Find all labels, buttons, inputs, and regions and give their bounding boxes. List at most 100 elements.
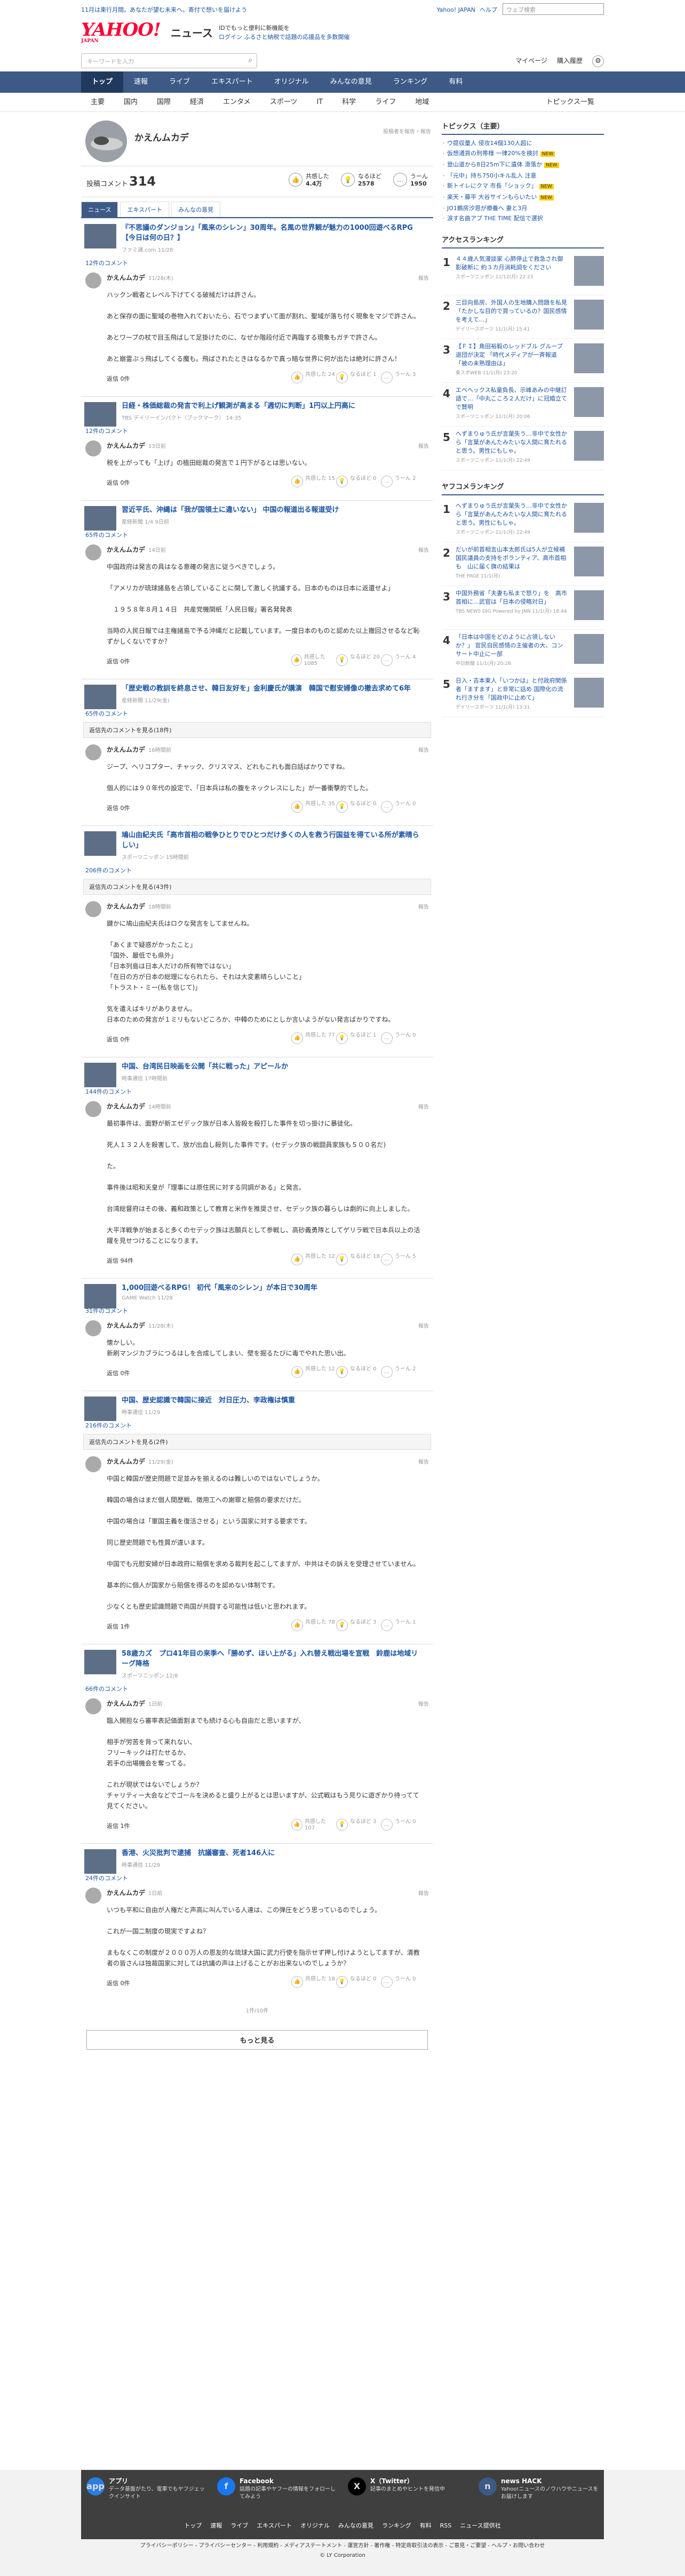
- topic-item[interactable]: 楽天・藤平 大谷サインもらいたいNEW: [442, 192, 604, 203]
- article-title[interactable]: 鳩山由紀夫氏「高市首相の戦争ひとりでひとつだけ多くの人を救う行国益を得ている所が…: [122, 830, 433, 850]
- comment-count-link[interactable]: 65件のコメント: [85, 531, 433, 539]
- topic-item[interactable]: JO1鶴房汐恩が療養へ 妻と3月: [442, 203, 604, 213]
- ranking-item[interactable]: 4 「日本は中国をどのように占領しないか？」 官民自民感情の主催者の大、コンサート…: [442, 630, 604, 673]
- topic-item[interactable]: 涙す名曲アプ THE TIME 配信で選択: [442, 213, 604, 223]
- snav-item[interactable]: 地域: [405, 93, 439, 112]
- article-title[interactable]: 習近平氏、沖縄は「我が国領土に違いない」 中国の報道出る報道受け: [122, 505, 433, 515]
- report-comment-link[interactable]: 報告: [418, 1102, 429, 1110]
- insight-button[interactable]: 💡 なるほど 1: [336, 372, 381, 383]
- reply-button[interactable]: 返信 1件: [107, 1821, 130, 1830]
- comment-count-link[interactable]: 12件のコメント: [85, 259, 433, 267]
- snav-item[interactable]: 主要: [81, 93, 114, 112]
- topic-item[interactable]: 登山道から8日25m下に遺体 滑落かNEW: [442, 159, 604, 171]
- commenter-name[interactable]: かえんムカデ 1日前: [107, 1887, 431, 1897]
- footer-policy-links[interactable]: プライバシーポリシー - プライバシーセンター - 利用規約 - メディアステー…: [0, 2541, 685, 2551]
- help-link[interactable]: ヘルプ: [480, 6, 497, 13]
- empathy-button[interactable]: 👍 共感した 107: [291, 1819, 336, 1832]
- purchase-history-link[interactable]: 購入履歴: [557, 57, 583, 65]
- footer-link[interactable]: ライブ: [230, 2522, 248, 2529]
- reply-button[interactable]: 返信 94件: [107, 1256, 134, 1265]
- ranking-item[interactable]: 1 へずまりゅう氏が言葉失う…非中で女性から「言葉があんたみたいな人間に育たれると…: [442, 499, 604, 542]
- report-comment-link[interactable]: 報告: [418, 1457, 429, 1465]
- promo-link[interactable]: 11月は東行月間。あなたが望む未来へ。寄付で想いを届けよう: [81, 5, 247, 14]
- insight-button[interactable]: 💡 なるほど 1: [336, 1032, 381, 1044]
- tab-news[interactable]: ニュース: [81, 202, 118, 217]
- ranking-item[interactable]: 3 中国外務省「夫妻も私まで怒り」を 高市首相に…武官は「日本の侵略対日」 TBS …: [442, 586, 604, 630]
- article-thumbnail[interactable]: [84, 1849, 116, 1874]
- ranking-item[interactable]: 5 へずまりゅう氏が言葉失う…非中で女性から「言葉があんたみたいな人間に育たれると…: [442, 427, 604, 470]
- mypage-link[interactable]: マイページ: [515, 57, 547, 65]
- footer-link[interactable]: オリジナル: [300, 2522, 330, 2529]
- topic-item[interactable]: 仮想通貨の刑帯様 一律20%を検討NEW: [442, 148, 604, 159]
- snav-item[interactable]: 経済: [180, 93, 213, 112]
- gnav-item[interactable]: エキスパート: [201, 71, 264, 93]
- commenter-name[interactable]: かえんムカデ 18時間前: [107, 900, 431, 911]
- comment-count-link[interactable]: 24件のコメント: [85, 1874, 433, 1882]
- ranking-item[interactable]: 2 だいが前首相言山本太郎氏は5人が立候補 国民議員の支持をポランティア、高市首相…: [442, 542, 604, 586]
- report-comment-link[interactable]: 報告: [418, 1699, 429, 1707]
- article-thumbnail[interactable]: [84, 831, 116, 856]
- commenter-name[interactable]: かえんムカデ 13日前: [107, 439, 431, 450]
- snav-item[interactable]: エンタメ: [213, 93, 260, 112]
- article-title[interactable]: 『不思議のダンジョン』「風来のシレン」30周年。名風の世界観が魅力の1000回遊…: [122, 223, 433, 243]
- article-title[interactable]: 中国、台湾民日映画を公開「共に戦った」アピールか: [122, 1062, 433, 1072]
- topic-item[interactable]: 「元中」持ち750小キル乱入 注意: [442, 171, 604, 181]
- snav-item[interactable]: スポーツ: [260, 93, 307, 112]
- empathy-button[interactable]: 👍 共感した 18: [291, 1976, 336, 1988]
- article-thumbnail[interactable]: [84, 685, 116, 709]
- reply-button[interactable]: 返信 0件: [107, 1369, 130, 1377]
- insight-button[interactable]: 💡 なるほど 0: [336, 801, 381, 813]
- hmm-button[interactable]: … うーん 3: [381, 372, 426, 383]
- snav-item[interactable]: IT: [307, 93, 332, 112]
- article-title[interactable]: 1,000回遊べるRPG！ 初代「風来のシレン」が本日で30周年: [122, 1283, 433, 1293]
- commenter-name[interactable]: かえんムカデ 11/29(金): [107, 1455, 431, 1466]
- article-thumbnail[interactable]: [84, 1284, 116, 1309]
- snav-item[interactable]: 国内: [114, 93, 147, 112]
- insight-button[interactable]: 💡 なるほど 0: [336, 1976, 381, 1988]
- reply-button[interactable]: 返信 0件: [107, 657, 130, 665]
- reply-button[interactable]: 返信 0件: [107, 804, 130, 812]
- commenter-name[interactable]: かえんムカデ 1日前: [107, 1697, 431, 1708]
- topic-item[interactable]: ウ提収量人 侵攻14個130人超に: [442, 138, 604, 148]
- reply-button[interactable]: 返信 0件: [107, 374, 130, 383]
- footer-app-2[interactable]: X X（Twitter） 記事のまとめやヒントを発信中: [342, 2470, 473, 2518]
- gnav-item[interactable]: みんなの意見: [320, 71, 383, 93]
- reply-button[interactable]: 返信 0件: [107, 478, 130, 487]
- article-title[interactable]: 「歴史戦の教訓を終息させ、韓日友好を」金利慶氏が講演 韓国で慰安婦像の撤去求めて…: [122, 684, 433, 694]
- article-thumbnail[interactable]: [84, 402, 116, 427]
- hmm-button[interactable]: … うーん 0: [381, 1819, 426, 1832]
- article-title[interactable]: 日経・株価総裁の発言で利上げ観測が高まる「週切に判断」1円以上円高に: [122, 401, 433, 411]
- footer-app-3[interactable]: n news HACK Yahoo!ニュースのノウハウやニュースをお届けします: [473, 2470, 604, 2518]
- commenter-name[interactable]: かえんムカデ 11/28(木): [107, 271, 431, 282]
- insight-button[interactable]: 💡 なるほど 0: [336, 476, 381, 487]
- comment-count-link[interactable]: 65件のコメント: [85, 709, 433, 718]
- gnav-item[interactable]: オリジナル: [264, 71, 320, 93]
- commenter-name[interactable]: かえんムカデ 14時間前: [107, 1100, 431, 1111]
- search-icon[interactable]: ⌕: [248, 56, 252, 65]
- commenter-name[interactable]: かえんムカデ 16時間前: [107, 743, 431, 754]
- comment-count-link[interactable]: 216件のコメント: [85, 1421, 433, 1430]
- show-parent-comments[interactable]: 返信先のコメントを見る(43件): [83, 879, 431, 895]
- comment-count-link[interactable]: 206件のコメント: [85, 866, 433, 874]
- yahoo-japan-link[interactable]: Yahoo! JAPAN: [436, 6, 475, 13]
- gnav-item[interactable]: ライブ: [158, 71, 201, 93]
- article-thumbnail[interactable]: [84, 1397, 116, 1421]
- gear-icon[interactable]: ⚙: [592, 55, 604, 67]
- footer-link[interactable]: みんなの意見: [338, 2522, 373, 2529]
- web-search-input[interactable]: ウェブ検索: [503, 3, 604, 15]
- hmm-button[interactable]: … うーん 4: [381, 654, 426, 667]
- tab-opinions[interactable]: みんなの意見: [171, 202, 221, 217]
- empathy-button[interactable]: 👍 共感した 12: [291, 1254, 336, 1265]
- hmm-button[interactable]: … うーん 2: [381, 476, 426, 487]
- empathy-button[interactable]: 👍 共感した 15: [291, 476, 336, 487]
- footer-app-0[interactable]: app アプリ データ基盤がたり、電車でもヤフジェックインサイト: [81, 2470, 212, 2518]
- commenter-name[interactable]: かえんムカデ 11/28(木): [107, 1319, 431, 1330]
- footer-link[interactable]: ランキング: [382, 2522, 411, 2529]
- comment-count-link[interactable]: 66件のコメント: [85, 1684, 433, 1693]
- header-message-2[interactable]: ログイン ふるさと納税で話題の応援品を多数開催: [219, 34, 350, 41]
- report-comment-link[interactable]: 報告: [418, 902, 429, 910]
- footer-link[interactable]: ニュース提供社: [460, 2522, 500, 2529]
- report-user-link[interactable]: 投稿者を報告・報告: [383, 127, 431, 135]
- news-label[interactable]: ニュース: [171, 25, 213, 40]
- empathy-button[interactable]: 👍 共感した 78: [291, 1619, 336, 1631]
